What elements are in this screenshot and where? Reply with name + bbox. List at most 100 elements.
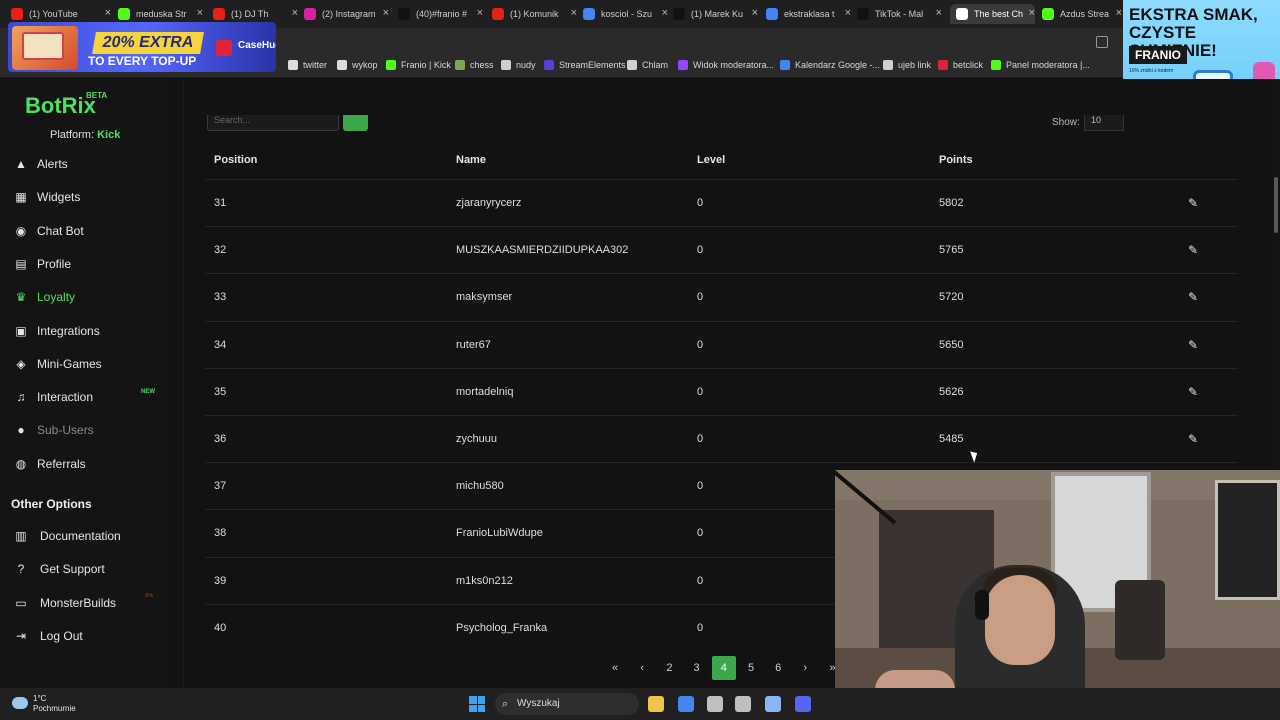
browser-tab[interactable]: (2) Instagram × xyxy=(304,4,389,24)
sidebar-item-sub-users[interactable]: ● Sub-Users xyxy=(14,420,164,440)
pagination-page-button[interactable]: 4 xyxy=(711,656,736,680)
browser-tab[interactable]: ekstraklasa t × xyxy=(766,4,851,24)
sidebar-item-widgets[interactable]: ▦ Widgets xyxy=(14,187,164,207)
bookmark-item[interactable]: Kalendarz Google -... xyxy=(780,60,880,70)
sidebar-item-label: Log Out xyxy=(40,628,83,643)
browser-tab[interactable]: Azdus Strea × xyxy=(1042,4,1122,24)
file-explorer-icon[interactable] xyxy=(648,696,664,712)
close-icon[interactable]: × xyxy=(1116,7,1122,19)
edit-pencil-icon[interactable]: ✎ xyxy=(1188,243,1200,257)
bookmark-item[interactable]: nudy xyxy=(501,60,536,70)
bookmark-item[interactable]: ujeb link xyxy=(883,60,931,70)
browser-tab[interactable]: (1) Marek Ku × xyxy=(673,4,758,24)
browser-tab[interactable]: (1) YouTube × xyxy=(11,4,111,24)
close-icon[interactable]: × xyxy=(105,7,111,19)
close-icon[interactable]: × xyxy=(571,7,577,19)
bookmark-item[interactable]: Widok moderatora... xyxy=(678,60,774,70)
bookmark-label: Panel moderatora |... xyxy=(1006,60,1090,70)
bookmark-item[interactable]: Panel moderatora |... xyxy=(991,60,1090,70)
close-icon[interactable]: × xyxy=(662,7,668,19)
app-icon[interactable] xyxy=(707,696,723,712)
search-button[interactable] xyxy=(343,115,368,131)
edit-pencil-icon[interactable]: ✎ xyxy=(1188,338,1200,352)
weather-temperature[interactable]: 1°C xyxy=(33,694,46,703)
bookmark-item[interactable]: betclick xyxy=(938,60,983,70)
tab-favicon-icon xyxy=(304,8,316,20)
browser-tab[interactable]: kosciol - Szu × xyxy=(583,4,668,24)
page-size-select[interactable]: 10 xyxy=(1084,115,1124,131)
close-icon[interactable]: × xyxy=(845,7,851,19)
sidebar-item-referrals[interactable]: ◍ Referrals xyxy=(14,454,164,474)
cell-name: ruter67 xyxy=(456,338,491,351)
browser-tab[interactable]: (1) DJ Th × xyxy=(213,4,298,24)
sidebar-item-documentation[interactable]: ▥ Documentation xyxy=(14,526,164,546)
pagination-next-button[interactable]: › xyxy=(793,656,817,680)
pagination-page-button[interactable]: 6 xyxy=(766,656,790,680)
sidebar-item-monsterbuilds[interactable]: ▭ MonsterBuilds -5% xyxy=(14,593,164,613)
bookmark-item[interactable]: StreamElements xyxy=(544,60,626,70)
sidebar-item-label: Alerts xyxy=(37,157,68,171)
bookmark-item[interactable]: wykop xyxy=(337,60,378,70)
scrollbar-thumb[interactable] xyxy=(1274,177,1278,233)
bookmark-item[interactable]: chess xyxy=(455,60,494,70)
casehug-logo-icon xyxy=(216,40,232,56)
pagination-prev-button[interactable]: ‹ xyxy=(630,656,654,680)
sidebar-item-alerts[interactable]: ▲ Alerts xyxy=(14,154,164,174)
close-icon[interactable]: × xyxy=(383,7,389,19)
cell-points: 5802 xyxy=(939,197,964,209)
bookmark-icon xyxy=(337,60,347,70)
edit-pencil-icon[interactable]: ✎ xyxy=(1188,385,1200,399)
browser-tab[interactable]: TikTok - Mal × xyxy=(857,4,942,24)
edit-pencil-icon[interactable]: ✎ xyxy=(1188,196,1200,210)
taskbar-search[interactable]: ⌕ Wyszukaj xyxy=(495,693,639,715)
ad-subline: TO EVERY TOP-UP xyxy=(88,54,197,68)
bookmark-item[interactable]: Franio | Kick xyxy=(386,60,451,70)
sidebar-item-loyalty[interactable]: ♛ Loyalty xyxy=(14,287,164,307)
bookmark-label: betclick xyxy=(953,60,984,70)
close-icon[interactable]: × xyxy=(292,7,298,19)
discord-icon[interactable] xyxy=(795,696,811,712)
sidebar-item-interaction[interactable]: ♫ Interaction NEW xyxy=(14,387,164,407)
translate-icon[interactable] xyxy=(1096,36,1108,48)
close-icon[interactable]: × xyxy=(936,7,942,19)
settings-icon[interactable] xyxy=(765,696,781,712)
tab-label: meduska Str xyxy=(136,9,187,19)
sidebar-item-integrations[interactable]: ▣ Integrations xyxy=(14,321,164,341)
sidebar-item-chat-bot[interactable]: ◉ Chat Bot xyxy=(14,221,164,241)
cell-name: michu580 xyxy=(456,480,504,493)
music-icon: ♫ xyxy=(16,390,26,405)
bookmark-label: ujeb link xyxy=(898,60,932,70)
windows-start-icon[interactable] xyxy=(469,696,485,712)
snipping-icon[interactable] xyxy=(735,696,751,712)
edit-pencil-icon[interactable]: ✎ xyxy=(1188,290,1200,304)
pagination-page-button[interactable]: 2 xyxy=(657,656,681,680)
browser-tab[interactable]: (1) Komunik × xyxy=(492,4,577,24)
chrome-icon[interactable] xyxy=(678,696,694,712)
tab-label: (40)#franio # xyxy=(416,9,468,19)
browser-tab[interactable]: The best Ch × xyxy=(950,4,1035,24)
sidebar-item-mini-games[interactable]: ◈ Mini-Games xyxy=(14,354,164,374)
edit-pencil-icon[interactable]: ✎ xyxy=(1188,432,1200,446)
tab-label: (1) Komunik xyxy=(510,9,559,19)
close-icon[interactable]: × xyxy=(477,7,483,19)
cloud-icon[interactable] xyxy=(12,697,28,709)
cell-position: 36 xyxy=(214,433,227,445)
weather-description[interactable]: Pochmurnie xyxy=(33,704,76,713)
sidebar-item-log-out[interactable]: ⇥ Log Out xyxy=(14,626,164,646)
sidebar-item-get-support[interactable]: ? Get Support xyxy=(14,559,164,579)
close-icon[interactable]: × xyxy=(1029,7,1035,19)
browser-tab[interactable]: meduska Str × xyxy=(118,4,203,24)
browser-tab[interactable]: (40)#franio # × xyxy=(398,4,483,24)
close-icon[interactable]: × xyxy=(752,7,758,19)
search-input[interactable]: Search... xyxy=(207,115,339,131)
sidebar-item-profile[interactable]: ▤ Profile xyxy=(14,254,164,274)
close-icon[interactable]: × xyxy=(197,7,203,19)
cell-position: 40 xyxy=(214,621,227,634)
bookmark-icon xyxy=(627,60,637,70)
bookmark-item[interactable]: Chlam xyxy=(627,60,668,70)
pagination-page-button[interactable]: 5 xyxy=(739,656,763,680)
pagination-page-button[interactable]: 3 xyxy=(685,656,709,680)
ad-brand: CaseHug xyxy=(238,40,276,51)
pagination-first-button[interactable]: « xyxy=(603,656,627,680)
bookmark-item[interactable]: twitter xyxy=(288,60,327,70)
